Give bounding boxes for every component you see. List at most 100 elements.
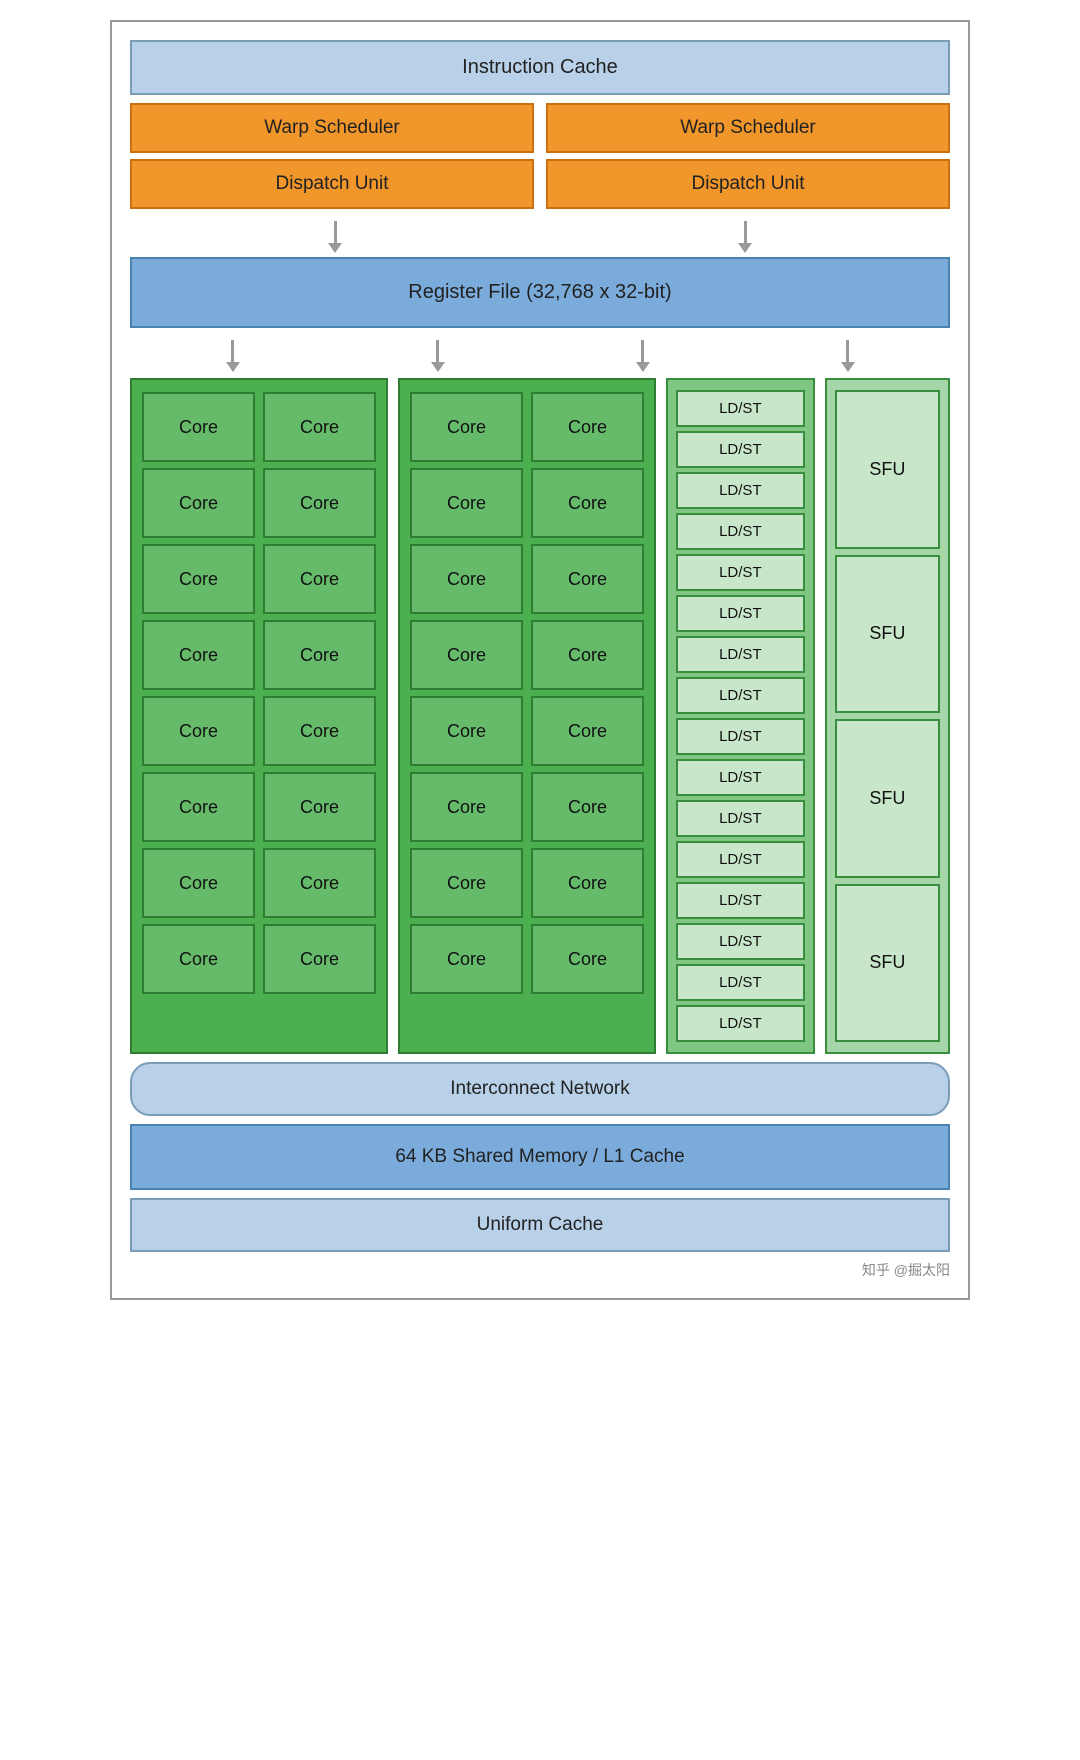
- arrow-rf-1: [226, 340, 240, 372]
- ldst-box-15: LD/ST: [676, 964, 805, 1001]
- core-box-2-3-2: Core: [531, 544, 644, 614]
- core-box-2-5-1: Core: [410, 696, 523, 766]
- core-box-1-8-2: Core: [263, 924, 376, 994]
- core-box-1-4-2: Core: [263, 620, 376, 690]
- instruction-cache-label: Instruction Cache: [462, 56, 618, 78]
- register-file-label: Register File (32,768 x 32-bit): [408, 281, 671, 303]
- core-box-1-2-2: Core: [263, 468, 376, 538]
- core-box-1-3-1: Core: [142, 544, 255, 614]
- core-box-2-6-2: Core: [531, 772, 644, 842]
- core-box-1-2-1: Core: [142, 468, 255, 538]
- ldst-box-4: LD/ST: [676, 513, 805, 550]
- arrow-rf-4: [841, 340, 855, 372]
- interconnect-block: Interconnect Network: [130, 1062, 950, 1116]
- ldst-box-14: LD/ST: [676, 923, 805, 960]
- core-row-1-1: CoreCore: [142, 392, 376, 462]
- instruction-cache-block: Instruction Cache: [130, 40, 950, 95]
- ldst-box-12: LD/ST: [676, 841, 805, 878]
- warp-scheduler-right: Warp Scheduler: [546, 103, 950, 153]
- core-box-1-8-1: Core: [142, 924, 255, 994]
- uniform-cache-label: Uniform Cache: [477, 1214, 604, 1235]
- ldst-box-2: LD/ST: [676, 431, 805, 468]
- core-row-2-6: CoreCore: [410, 772, 644, 842]
- warp-scheduler-left: Warp Scheduler: [130, 103, 534, 153]
- diagram-wrapper: Instruction Cache Warp Scheduler Warp Sc…: [110, 20, 970, 1300]
- cores-section: CoreCoreCoreCoreCoreCoreCoreCoreCoreCore…: [130, 378, 950, 1054]
- core-box-1-7-1: Core: [142, 848, 255, 918]
- core-box-2-4-2: Core: [531, 620, 644, 690]
- core-row-1-2: CoreCore: [142, 468, 376, 538]
- dispatch-unit-left: Dispatch Unit: [130, 159, 534, 209]
- ldst-box-10: LD/ST: [676, 759, 805, 796]
- ldst-box-5: LD/ST: [676, 554, 805, 591]
- core-row-2-7: CoreCore: [410, 848, 644, 918]
- core-row-1-8: CoreCore: [142, 924, 376, 994]
- core-row-1-5: CoreCore: [142, 696, 376, 766]
- core-box-2-1-2: Core: [531, 392, 644, 462]
- sfu-box-1: SFU: [835, 390, 940, 549]
- ldst-box-3: LD/ST: [676, 472, 805, 509]
- ldst-box-9: LD/ST: [676, 718, 805, 755]
- ldst-group: LD/ST LD/ST LD/ST LD/ST LD/ST LD/ST LD/ST LD/ST…: [666, 378, 815, 1054]
- ldst-box-8: LD/ST: [676, 677, 805, 714]
- shared-memory-block: 64 KB Shared Memory / L1 Cache: [130, 1124, 950, 1190]
- core-box-1-5-1: Core: [142, 696, 255, 766]
- core-box-2-2-1: Core: [410, 468, 523, 538]
- core-box-2-3-1: Core: [410, 544, 523, 614]
- core-box-1-1-1: Core: [142, 392, 255, 462]
- core-row-2-5: CoreCore: [410, 696, 644, 766]
- core-box-2-7-2: Core: [531, 848, 644, 918]
- core-box-2-5-2: Core: [531, 696, 644, 766]
- uniform-cache-block: Uniform Cache: [130, 1198, 950, 1252]
- sfu-box-4: SFU: [835, 884, 940, 1043]
- arrow-down-2: [738, 221, 752, 253]
- arrow-down-1: [328, 221, 342, 253]
- core-box-1-1-2: Core: [263, 392, 376, 462]
- arrow-rf-3: [636, 340, 650, 372]
- core-box-1-5-2: Core: [263, 696, 376, 766]
- register-arrows: [130, 338, 950, 378]
- core-box-2-2-2: Core: [531, 468, 644, 538]
- core-row-1-6: CoreCore: [142, 772, 376, 842]
- core-box-1-7-2: Core: [263, 848, 376, 918]
- core-box-1-6-2: Core: [263, 772, 376, 842]
- core-box-1-3-2: Core: [263, 544, 376, 614]
- core-box-2-8-2: Core: [531, 924, 644, 994]
- ldst-box-13: LD/ST: [676, 882, 805, 919]
- core-row-1-4: CoreCore: [142, 620, 376, 690]
- core-row-2-2: CoreCore: [410, 468, 644, 538]
- interconnect-label: Interconnect Network: [450, 1078, 630, 1099]
- shared-memory-label: 64 KB Shared Memory / L1 Cache: [395, 1146, 684, 1167]
- ldst-box-16: LD/ST: [676, 1005, 805, 1042]
- core-group-1: CoreCoreCoreCoreCoreCoreCoreCoreCoreCore…: [130, 378, 388, 1054]
- core-box-2-6-1: Core: [410, 772, 523, 842]
- core-row-2-1: CoreCore: [410, 392, 644, 462]
- ldst-box-1: LD/ST: [676, 390, 805, 427]
- watermark: 知乎 @掘太阳: [130, 1252, 950, 1280]
- core-box-1-4-1: Core: [142, 620, 255, 690]
- warp-row: Warp Scheduler Warp Scheduler: [130, 103, 950, 153]
- sfu-box-3: SFU: [835, 719, 940, 878]
- core-box-2-7-1: Core: [410, 848, 523, 918]
- core-row-1-3: CoreCore: [142, 544, 376, 614]
- register-file-block: Register File (32,768 x 32-bit): [130, 257, 950, 328]
- arrow-rf-2: [431, 340, 445, 372]
- sfu-group: SFUSFUSFUSFU: [825, 378, 950, 1054]
- core-box-2-8-1: Core: [410, 924, 523, 994]
- core-row-2-3: CoreCore: [410, 544, 644, 614]
- core-box-2-4-1: Core: [410, 620, 523, 690]
- core-row-1-7: CoreCore: [142, 848, 376, 918]
- warp-dispatch-section: Warp Scheduler Warp Scheduler Dispatch U…: [130, 103, 950, 209]
- core-group-2: CoreCoreCoreCoreCoreCoreCoreCoreCoreCore…: [398, 378, 656, 1054]
- sfu-box-2: SFU: [835, 555, 940, 714]
- core-box-1-6-1: Core: [142, 772, 255, 842]
- core-box-2-1-1: Core: [410, 392, 523, 462]
- dispatch-row: Dispatch Unit Dispatch Unit: [130, 159, 950, 209]
- ldst-box-11: LD/ST: [676, 800, 805, 837]
- dispatch-unit-right: Dispatch Unit: [546, 159, 950, 209]
- core-row-2-4: CoreCore: [410, 620, 644, 690]
- core-row-2-8: CoreCore: [410, 924, 644, 994]
- dispatch-arrows: [130, 217, 950, 257]
- ldst-box-6: LD/ST: [676, 595, 805, 632]
- ldst-box-7: LD/ST: [676, 636, 805, 673]
